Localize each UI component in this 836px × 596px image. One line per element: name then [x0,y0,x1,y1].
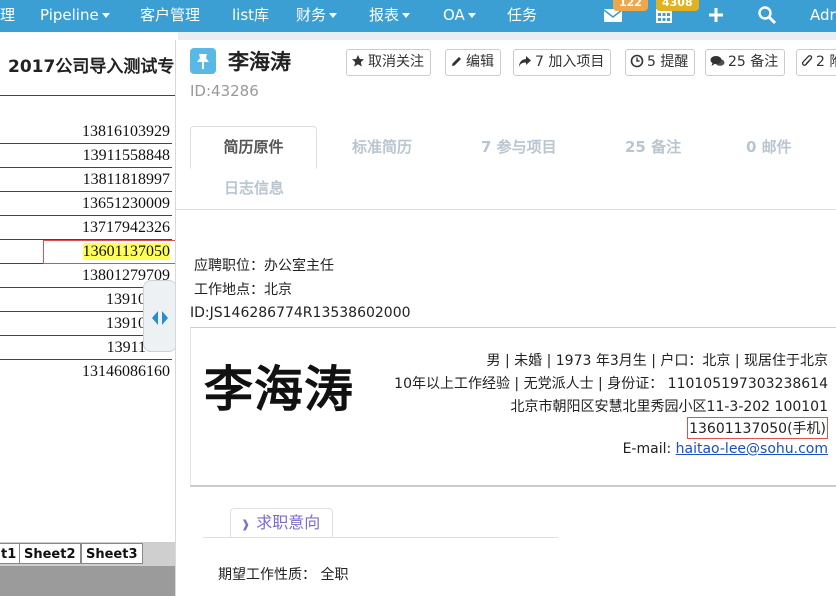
pin-icon[interactable] [190,48,216,74]
email-line: E-mail: haitao-lee@sohu.com [622,441,828,457]
nav-item-partial[interactable]: 理 [0,0,15,32]
edit-button[interactable]: 编辑 [445,49,501,76]
user-menu[interactable]: Adr [810,0,836,32]
resume-name-heading: 李海涛 [204,361,355,418]
nav-item-reports[interactable]: 报表 [369,0,411,32]
paperclip-icon [801,55,813,66]
experience-id-line: 10年以上工作经验 | 无党派人士 | 身份证： 110105197303238… [394,376,828,392]
pencil-icon [452,57,461,66]
sheet-footer [0,566,178,596]
nav-item-finance[interactable]: 财务 [296,0,338,32]
sheet-row[interactable]: 13717942326 [0,216,172,240]
personal-info-line: 男 | 未婚 | 1973 年3月生 | 户口：北京 | 现居住于北京 [486,353,828,369]
nav-item-list[interactable]: list库 [232,0,269,32]
share-arrow-icon [519,56,531,67]
sheet-row[interactable]: 13146086160 [0,360,172,384]
caret-down-icon [402,13,411,18]
top-navbar: 理 Pipeline 客户管理 list库 财务 报表 OA 任务 122 43… [0,0,836,32]
phone-number[interactable]: 13601137050(手机) [687,417,828,439]
applied-position: 应聘职位：办公室主任 [194,258,334,274]
nav-item-customers[interactable]: 客户管理 [140,0,200,32]
nav-item-pipeline[interactable]: Pipeline [40,0,110,32]
clock-icon [630,54,644,68]
work-location: 工作地点：北京 [194,282,292,298]
sheet-row[interactable]: 13816103929 [0,120,172,144]
resume-header-card: 李海涛 男 | 未婚 | 1973 年3月生 | 户口：北京 | 现居住于北京 … [190,327,836,487]
search-icon[interactable] [757,5,779,27]
tab-log[interactable]: 日志信息 [224,177,284,198]
notes-button[interactable]: 25 备注 [705,49,786,76]
comments-icon [710,56,725,66]
attachments-button[interactable]: 2 附 [796,49,836,76]
nav-item-tasks[interactable]: 任务 [507,0,537,32]
job-intention-section-tab[interactable]: ❱ 求职意向 [230,508,334,538]
candidate-id: ID:43286 [190,82,259,100]
expected-work-type: 期望工作性质： 全职 [218,567,349,583]
resume-tabs: 简历原件 标准简历 7 参与项目 25 备注 0 邮件 日志信息 [176,124,836,210]
add-to-project-button[interactable]: 7 加入项目 [513,49,612,76]
address-line: 北京市朝阳区安慧北里秀园小区11-3-202 100101 [510,399,828,415]
sheet-tab-3[interactable]: Sheet3 [81,543,143,564]
sheet-row[interactable]: 13651230009 [0,192,172,216]
nav-item-oa[interactable]: OA [443,0,476,32]
chevron-right-icon: ❱ [241,518,251,531]
sheet-row[interactable]: 13911558848 [0,144,172,168]
expand-collapse-arrows-icon [152,311,168,325]
caret-down-icon [329,13,338,18]
unfollow-button[interactable]: 取消关注 [346,49,431,76]
sheet-divider [0,95,178,96]
email-link[interactable]: haitao-lee@sohu.com [676,441,828,457]
tab-standard-resume[interactable]: 标准简历 [352,136,412,157]
tab-original-resume[interactable]: 简历原件 [190,126,317,169]
candidate-detail-panel: 李海涛 ID:43286 取消关注 编辑 7 加入项目 5 提醒 25 备注 2… [175,40,836,596]
resume-source-id: ID:JS146286774R13538602000 [190,305,411,321]
reminder-button[interactable]: 5 提醒 [625,49,696,76]
sheet-tab-bar: t1 Sheet2 Sheet3 [0,542,178,566]
calendar-count-badge: 4308 [656,0,699,11]
sheet-row[interactable]: 13811818997 [0,168,172,192]
caret-down-icon [101,13,110,18]
candidate-name: 李海涛 [228,50,291,74]
star-icon [352,55,364,67]
caret-down-icon [467,13,476,18]
sheet-selection-outline [43,240,178,264]
plus-icon[interactable] [706,5,728,27]
sheet-tab-2[interactable]: Sheet2 [19,543,81,564]
mail-count-badge: 122 [613,0,648,11]
tab-projects[interactable]: 7 参与项目 [481,136,557,157]
panel-toggle-button[interactable] [143,280,177,352]
tab-notes[interactable]: 25 备注 [625,136,681,157]
tab-emails[interactable]: 0 邮件 [746,136,792,157]
section-divider [203,537,558,538]
sheet-title: 2017公司导入测试专 [8,57,175,77]
